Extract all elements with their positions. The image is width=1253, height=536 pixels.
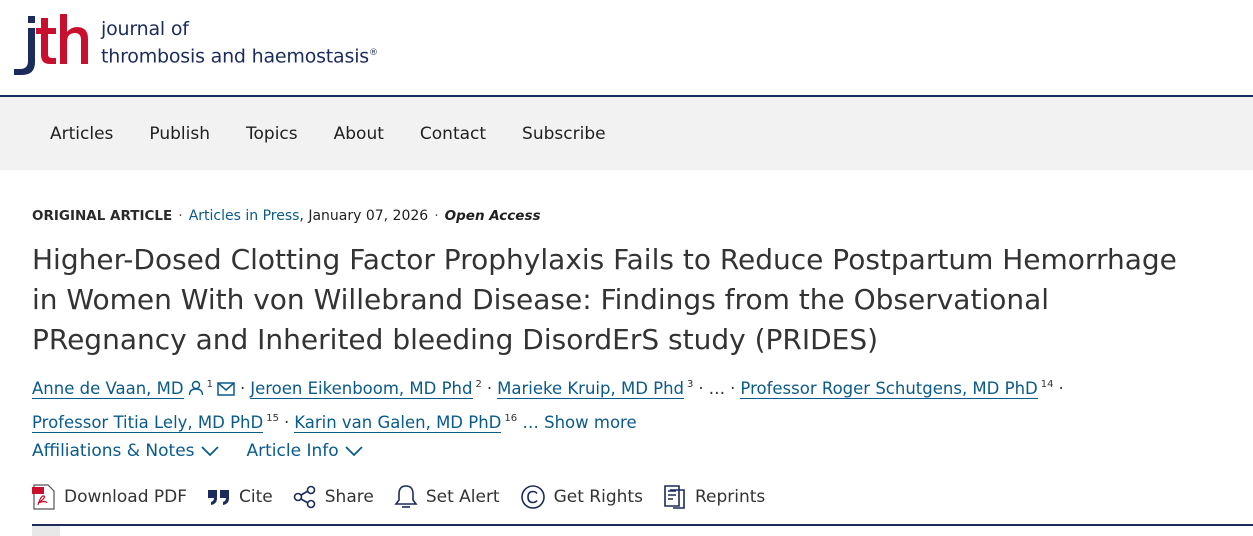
journal-name[interactable]: journal of thrombosis and haemostasis® [101,17,378,68]
download-pdf-button[interactable]: Download PDF [32,484,187,510]
chevron-down-icon [200,446,219,457]
chevron-down-icon [345,446,363,457]
articles-in-press-link[interactable]: Articles in Press [189,208,300,224]
nav-articles[interactable]: Articles [32,124,131,144]
show-more-authors-link[interactable]: … Show more [522,413,636,432]
article-type: ORIGINAL ARTICLE [32,208,173,224]
tools-divider [32,524,1253,526]
author-affiliation-number: 2 [475,379,482,390]
open-access-label: Open Access [444,208,541,224]
site-header: journal of thrombosis and haemostasis® [0,0,1253,95]
author-separator: · [1058,379,1064,398]
journal-name-line1: journal of [101,18,189,40]
cite-button[interactable]: Cite [207,484,273,510]
meta-separator: · [434,208,439,224]
registered-mark: ® [368,48,378,58]
nav-contact[interactable]: Contact [402,124,504,144]
author-link[interactable]: Professor Roger Schutgens, MD PhD [740,379,1038,399]
journal-name-line2: thrombosis and haemostasis [101,45,369,68]
share-icon [293,485,316,509]
author-separator: · [283,413,290,432]
pdf-icon [32,484,55,510]
person-icon [188,380,203,396]
author-separator: · [698,379,704,398]
set-alert-label: Set Alert [425,487,500,507]
author-separator: · [730,379,736,398]
author-affiliation-number: 14 [1040,379,1054,390]
author-affiliation-number: 15 [266,413,279,424]
article-meta: ORIGINAL ARTICLE · Articles in Press, Janu… [32,208,541,224]
article-info-toggle[interactable]: Article Info [247,441,363,461]
meta-separator: · [178,208,183,224]
nav-subscribe[interactable]: Subscribe [504,124,624,144]
affiliations-toggle[interactable]: Affiliations & Notes [32,441,219,461]
author-link[interactable]: Marieke Kruip, MD Phd [497,379,685,399]
reprints-button[interactable]: Reprints [663,484,765,510]
article-info-toggle-label: Article Info [246,441,339,461]
email-icon[interactable] [217,382,235,396]
share-button[interactable]: Share [293,484,374,510]
share-label: Share [324,487,374,507]
get-rights-label: Get Rights [553,487,643,507]
quote-icon [208,490,230,505]
affiliations-toggle-label: Affiliations & Notes [32,441,195,461]
article-tools: Download PDF Cite Share Set Alert Get Ri… [32,484,785,510]
reprints-label: Reprints [694,487,766,507]
author-link[interactable]: Karin van Galen, MD PhD [294,413,502,433]
cite-label: Cite [239,487,273,507]
author-separator: · [486,379,493,398]
main-nav: Articles Publish Topics About Contact Su… [0,97,1253,170]
article-info-toggles: Affiliations & Notes Article Info [32,441,363,461]
author-link[interactable]: Professor Titia Lely, MD PhD [32,413,264,433]
author-affiliation-number: 3 [687,379,694,390]
article-date: , January 07, 2026 [299,208,429,224]
copyright-icon [520,485,545,509]
jth-logo[interactable] [14,12,94,78]
nav-about[interactable]: About [316,124,402,144]
author-link[interactable]: Anne de Vaan, MD [32,379,184,399]
nav-topics[interactable]: Topics [228,124,316,144]
reprints-icon [664,485,685,509]
author-separator: · [239,379,246,398]
author-list: Anne de Vaan, MD 1 · Jeroen Eikenboom, MD P… [32,370,1212,438]
author-affiliation-number: 16 [504,413,518,424]
author-affiliation-number: 1 [206,379,213,390]
nav-publish[interactable]: Publish [131,124,228,144]
tab-indicator [32,526,60,536]
authors-ellipsis: … [708,379,726,398]
get-rights-button[interactable]: Get Rights [520,484,643,510]
article-title: Higher-Dosed Clotting Factor Prophylaxis… [32,243,1177,356]
set-alert-button[interactable]: Set Alert [394,484,500,510]
author-link[interactable]: Jeroen Eikenboom, MD Phd [250,379,473,399]
download-pdf-label: Download PDF [64,487,188,507]
bell-icon [394,485,418,508]
